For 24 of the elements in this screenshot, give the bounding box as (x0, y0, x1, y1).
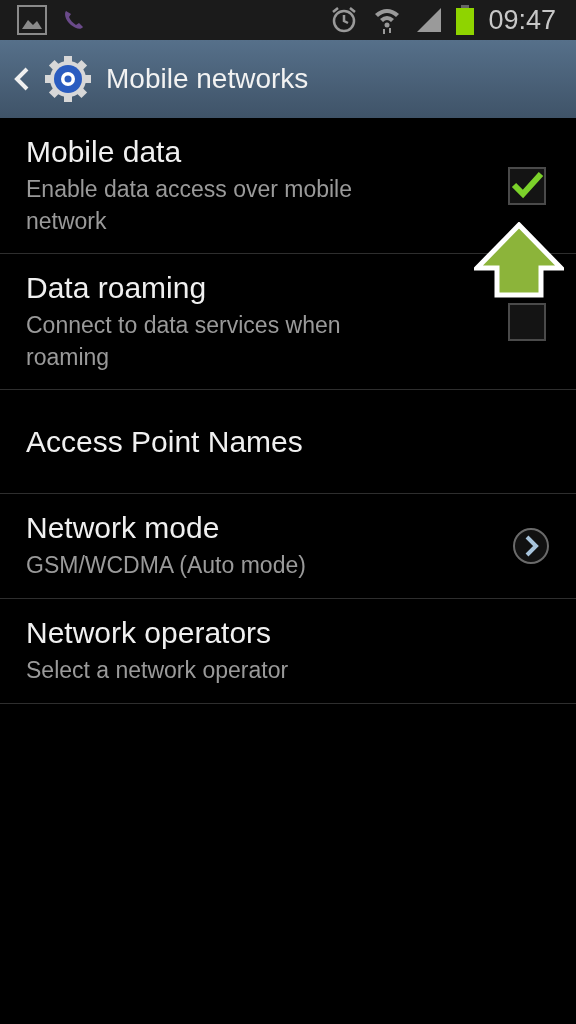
setting-summary: Enable data access over mobile network (26, 174, 354, 236)
back-icon (14, 67, 30, 91)
setting-summary: Connect to data services when roaming (26, 310, 342, 372)
checkbox[interactable] (508, 166, 546, 205)
setting-title: Data roaming (26, 270, 208, 305)
setting-summary: Select a network operator (26, 656, 290, 685)
setting-row[interactable]: Access Point Names (0, 390, 576, 494)
chevron-icon[interactable] (512, 527, 550, 565)
arrow-icon (474, 222, 564, 298)
setting-title: Mobile data (26, 134, 183, 169)
clock-time: 09:47 (488, 4, 556, 36)
setting-summary: GSM/WCDMA (Auto mode) (26, 551, 307, 580)
checkbox[interactable] (508, 302, 546, 341)
setting-title: Access Point Names (26, 424, 304, 459)
setting-title: Network mode (26, 511, 221, 545)
back-button[interactable] (14, 55, 92, 103)
signal-icon (416, 7, 443, 33)
setting-title: Network operators (26, 616, 273, 650)
battery-icon (456, 5, 475, 35)
gear-icon (44, 55, 92, 103)
setting-row[interactable]: Network operators Select a network operator (0, 599, 576, 704)
picture-icon (17, 5, 47, 35)
screen-title: Mobile networks (106, 63, 309, 95)
setting-row[interactable]: Network mode GSM/WCDMA (Auto mode) (0, 494, 576, 599)
